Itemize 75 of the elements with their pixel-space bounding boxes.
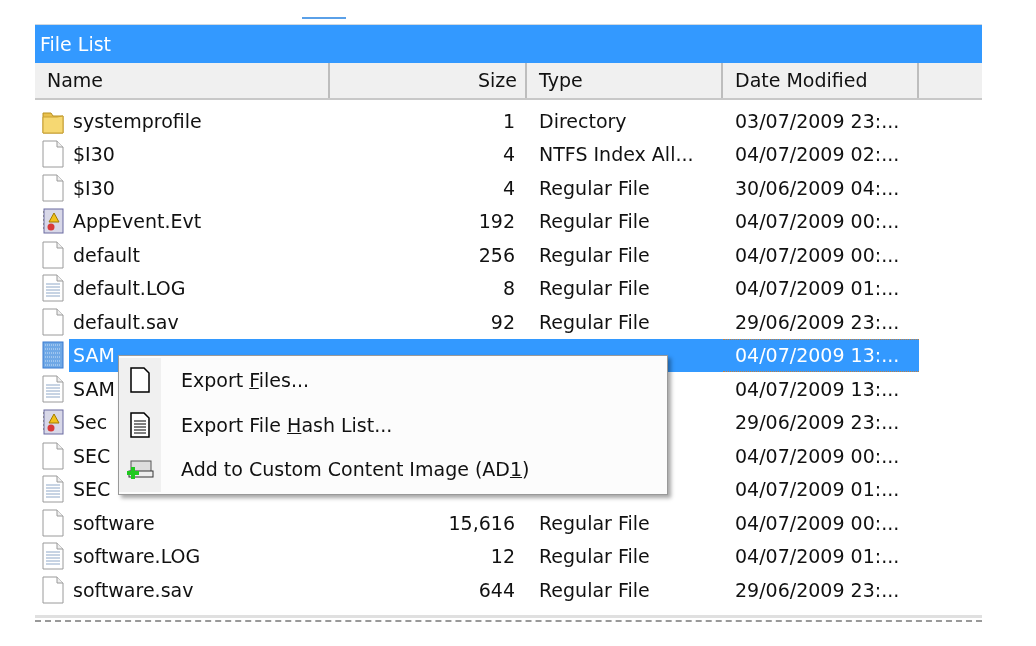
file-name[interactable]: SEC: [71, 476, 113, 503]
file-icon: [41, 240, 65, 269]
file-name[interactable]: default: [71, 241, 142, 268]
date-modified: 03/07/2009 23:...: [735, 109, 900, 132]
date-modified: 29/06/2009 23:...: [735, 411, 900, 434]
file-type: Regular File: [539, 210, 650, 233]
file-icon: [41, 307, 65, 336]
file-type: Regular File: [539, 578, 650, 601]
file-size: 644: [478, 578, 515, 601]
text-file-icon: [41, 274, 65, 303]
file-size: 12: [490, 545, 515, 568]
file-name[interactable]: default.LOG: [71, 275, 188, 302]
file-type: Regular File: [539, 545, 650, 568]
file-type: Regular File: [539, 511, 650, 534]
file-type: Regular File: [539, 176, 650, 199]
text-file-icon: [41, 542, 65, 571]
file-name[interactable]: systemprofile: [71, 107, 204, 134]
menu-item[interactable]: Add to Custom Content Image (AD1): [181, 458, 530, 481]
date-modified: 04/07/2009 01:...: [735, 277, 900, 300]
file-size: 256: [478, 243, 515, 266]
file-type: Regular File: [539, 243, 650, 266]
file-name[interactable]: $I30: [71, 141, 117, 168]
menu-item[interactable]: Export Files...: [181, 369, 310, 392]
menu-item[interactable]: Export File Hash List...: [181, 413, 393, 436]
text-file-icon: [41, 475, 65, 504]
date-modified: 29/06/2009 23:...: [735, 310, 900, 333]
file-icon: [41, 173, 65, 202]
date-modified: 04/07/2009 02:...: [735, 143, 900, 166]
file-name[interactable]: software.sav: [71, 576, 196, 603]
file-size: 4: [502, 143, 515, 166]
text-file-icon: [41, 374, 65, 403]
date-modified: 04/07/2009 01:...: [735, 478, 900, 501]
event-log-icon: [41, 408, 65, 437]
file-icon: [41, 441, 65, 470]
date-modified: 04/07/2009 00:...: [735, 444, 900, 467]
date-modified: 04/07/2009 00:...: [735, 210, 900, 233]
tab-indicator: [302, 17, 346, 19]
file-size: 1: [502, 109, 515, 132]
file-icon: [41, 575, 65, 604]
file-type: Regular File: [539, 310, 650, 333]
file-name[interactable]: SAM: [71, 375, 117, 402]
file-name[interactable]: default.sav: [71, 308, 181, 335]
document-icon: [129, 367, 151, 394]
date-modified: 04/07/2009 00:...: [735, 243, 900, 266]
column-header[interactable]: Type: [527, 63, 723, 98]
date-modified: 04/07/2009 00:...: [735, 511, 900, 534]
date-modified: 04/07/2009 01:...: [735, 545, 900, 568]
add-drive-icon: [125, 457, 155, 482]
file-size: 8: [502, 277, 515, 300]
file-icon: [41, 341, 65, 370]
date-modified: 04/07/2009 13:...: [735, 344, 900, 367]
file-icon: [41, 140, 65, 169]
file-type: Directory: [539, 109, 627, 132]
panel-title: File List: [35, 24, 982, 63]
list-document-icon: [129, 411, 151, 438]
column-header[interactable]: Date Modified: [723, 63, 919, 98]
event-log-icon: [41, 207, 65, 236]
file-name[interactable]: AppEvent.Evt: [71, 208, 204, 235]
date-modified: 30/06/2009 04:...: [735, 176, 900, 199]
file-name[interactable]: software.LOG: [71, 543, 203, 570]
file-name[interactable]: $I30: [71, 174, 117, 201]
file-size: 15,616: [448, 511, 515, 534]
column-header[interactable]: Name: [35, 63, 330, 98]
file-size: 4: [502, 176, 515, 199]
date-modified: 29/06/2009 23:...: [735, 578, 900, 601]
file-name[interactable]: SEC: [71, 442, 113, 469]
file-type: NTFS Index All...: [539, 143, 694, 166]
file-size: 192: [478, 210, 515, 233]
file-name[interactable]: Sec: [71, 409, 110, 436]
column-header[interactable]: Size: [330, 63, 527, 98]
file-name[interactable]: software: [71, 509, 157, 536]
date-modified: 04/07/2009 13:...: [735, 377, 900, 400]
file-size: 92: [490, 310, 515, 333]
file-icon: [41, 508, 65, 537]
file-type: Regular File: [539, 277, 650, 300]
